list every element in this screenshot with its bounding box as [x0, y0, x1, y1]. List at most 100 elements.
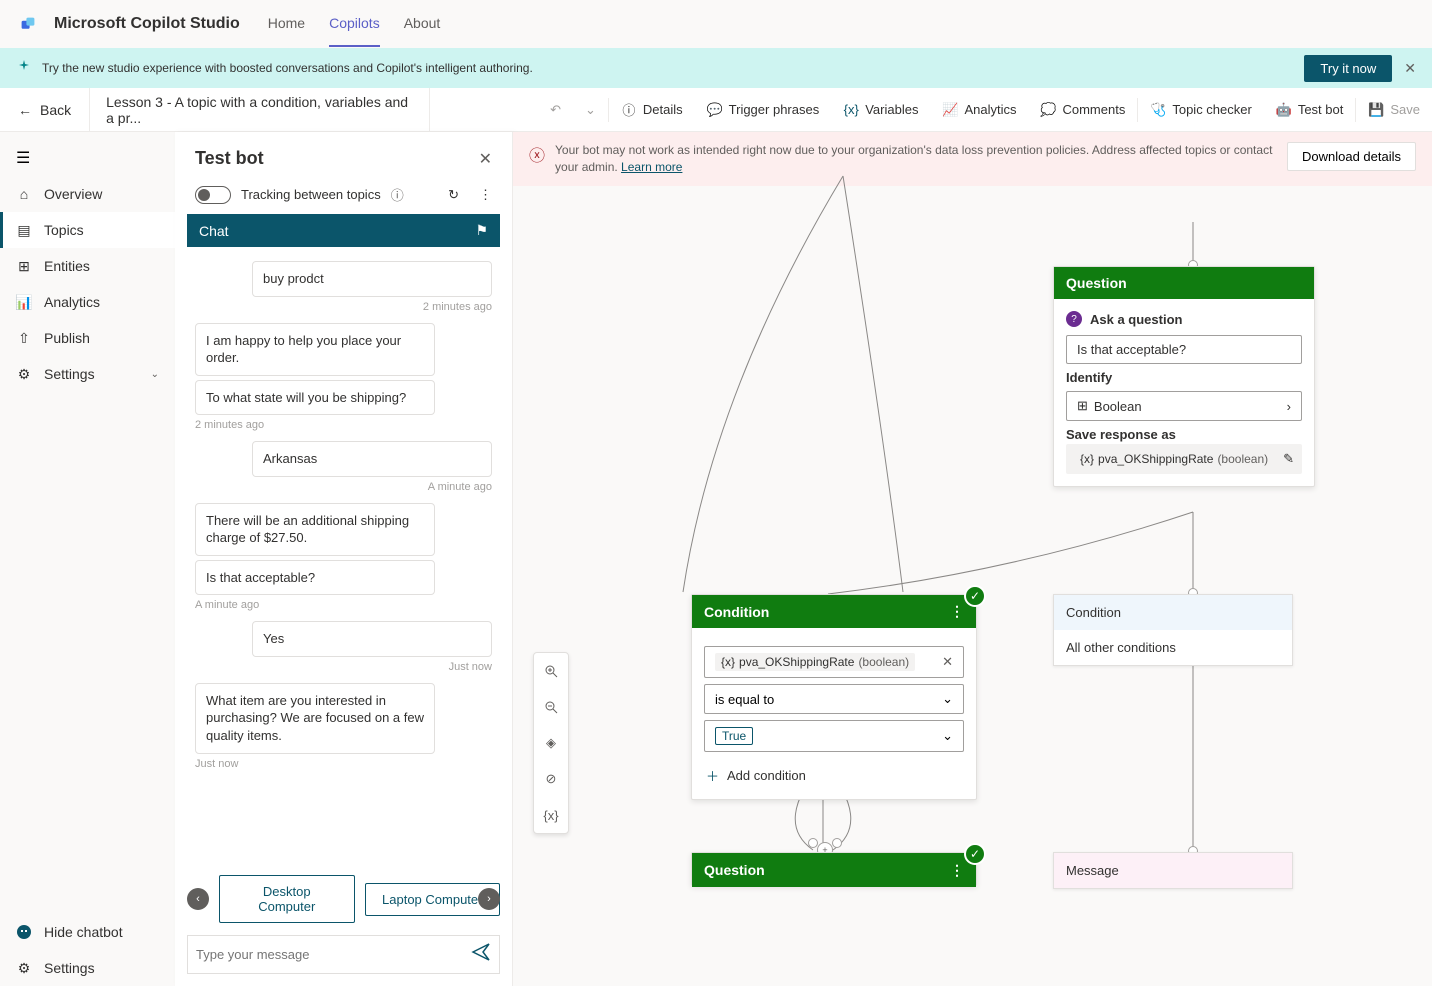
question-node-2[interactable]: ✓ Question ⋮	[691, 852, 977, 886]
condition-operator-field[interactable]: is equal to ⌄	[704, 684, 964, 714]
hide-chatbot-button[interactable]: Hide chatbot	[0, 914, 175, 950]
suggestion-desktop[interactable]: Desktop Computer	[219, 875, 355, 923]
chart-icon: 📊	[16, 294, 32, 310]
chevron-right-icon: ›	[1287, 399, 1291, 414]
publish-icon: ⇧	[16, 330, 32, 346]
variables-tool-button[interactable]: {x}	[534, 797, 568, 833]
user-message: Yes	[252, 621, 492, 657]
authoring-canvas[interactable]: ⓧ Your bot may not work as intended righ…	[513, 132, 1432, 986]
more-icon[interactable]: ⋮	[950, 862, 964, 879]
variable-type: (boolean)	[1217, 452, 1268, 466]
analytics-button[interactable]: 📈Analytics	[930, 88, 1028, 131]
send-icon[interactable]	[471, 942, 491, 967]
back-button[interactable]: ← Back	[0, 88, 90, 131]
scroll-right-button[interactable]: ›	[478, 888, 500, 910]
try-it-now-button[interactable]: Try it now	[1304, 55, 1392, 82]
fit-button[interactable]: ◈	[534, 725, 568, 761]
comments-button[interactable]: 💭Comments	[1028, 88, 1137, 131]
checker-label: Topic checker	[1172, 102, 1251, 117]
details-button[interactable]: ⓘDetails	[609, 88, 695, 131]
app-title: Microsoft Copilot Studio	[54, 15, 240, 33]
test-bot-button[interactable]: 🤖Test bot	[1264, 88, 1356, 131]
variable-name: pva_OKShippingRate	[1098, 452, 1213, 466]
operator-value: is equal to	[715, 692, 774, 707]
topics-icon: ▤	[16, 222, 32, 238]
question-2-header: Question ⋮	[692, 853, 976, 887]
variables-button[interactable]: {x}Variables	[831, 88, 930, 131]
bot-message: There will be an additional shipping cha…	[195, 503, 435, 556]
info-icon[interactable]: ⓘ	[391, 185, 404, 204]
clear-icon[interactable]: ✕	[942, 654, 953, 670]
close-icon[interactable]: ✕	[479, 149, 492, 169]
banner-close-icon[interactable]: ✕	[1404, 60, 1416, 77]
nav-entities[interactable]: ⊞Entities	[0, 248, 175, 284]
comments-label: Comments	[1062, 102, 1125, 117]
flag-icon[interactable]: ⚑	[475, 222, 488, 239]
banner-text: Try the new studio experience with boost…	[42, 61, 533, 75]
timestamp: Just now	[195, 661, 492, 673]
save-button[interactable]: 💾Save	[1356, 88, 1432, 131]
hamburger-button[interactable]: ☰	[0, 140, 175, 176]
message-input[interactable]	[196, 947, 471, 962]
message-node[interactable]: Message	[1053, 852, 1293, 889]
condition-variable-field[interactable]: {x}pva_OKShippingRate (boolean) ✕	[704, 646, 964, 678]
trigger-phrases-button[interactable]: 💬Trigger phrases	[695, 88, 832, 131]
connector-node[interactable]	[808, 838, 818, 848]
zoom-out-button[interactable]	[534, 689, 568, 725]
nav-publish[interactable]: ⇧Publish	[0, 320, 175, 356]
undo-dropdown[interactable]: ⌄	[573, 88, 608, 131]
nav-settings-bottom[interactable]: ⚙Settings	[0, 950, 175, 986]
edit-icon[interactable]: ✎	[1283, 451, 1294, 467]
more-icon[interactable]: ⋮	[479, 187, 492, 203]
save-response-label: Save response as	[1066, 427, 1302, 442]
topic-checker-button[interactable]: 🩺Topic checker	[1138, 88, 1263, 131]
condition-header-label: Condition	[704, 604, 769, 620]
zoom-in-button[interactable]	[534, 653, 568, 689]
chat-header: Chat ⚑	[187, 214, 500, 247]
nav-overview[interactable]: ⌂Overview	[0, 176, 175, 212]
learn-more-link[interactable]: Learn more	[621, 160, 682, 174]
check-icon: ✓	[964, 843, 986, 865]
add-condition-button[interactable]: ＋ Add condition	[704, 758, 964, 787]
scroll-left-button[interactable]: ‹	[187, 888, 209, 910]
top-bar: Microsoft Copilot Studio Home Copilots A…	[0, 0, 1432, 48]
hamburger-icon: ☰	[16, 150, 30, 167]
nav-copilots[interactable]: Copilots	[329, 1, 380, 47]
user-message: buy prodct	[252, 261, 492, 297]
download-details-button[interactable]: Download details	[1287, 142, 1416, 171]
variable-chip[interactable]: {x}pva_OKShippingRate (boolean)	[1074, 450, 1274, 468]
variable-chip: {x}pva_OKShippingRate (boolean)	[715, 653, 915, 671]
cond-var-type: (boolean)	[858, 655, 909, 669]
chat-header-label: Chat	[199, 223, 229, 239]
undo-icon: ↶	[550, 102, 561, 118]
condition-value-field[interactable]: True ⌄	[704, 720, 964, 752]
nav-topics[interactable]: ▤Topics	[0, 212, 175, 248]
minimap-button[interactable]: ⊘	[534, 761, 568, 797]
nav-about[interactable]: About	[404, 1, 441, 47]
question-node[interactable]: Question ? Ask a question Is that accept…	[1053, 266, 1315, 487]
refresh-icon[interactable]: ↻	[448, 187, 459, 203]
condition-node[interactable]: ✓ Condition ⋮ {x}pva_OKShippingRate (boo…	[691, 594, 977, 800]
cond-var-name: pva_OKShippingRate	[739, 655, 854, 669]
user-message: Arkansas	[252, 441, 492, 477]
arrow-left-icon: ←	[18, 102, 32, 118]
top-nav: Home Copilots About	[268, 1, 441, 47]
promo-banner: Try the new studio experience with boost…	[0, 48, 1432, 88]
nav-settings[interactable]: ⚙Settings⌄	[0, 356, 175, 392]
nav-home[interactable]: Home	[268, 1, 305, 47]
main: ☰ ⌂Overview ▤Topics ⊞Entities 📊Analytics…	[0, 132, 1432, 986]
question-text-field[interactable]: Is that acceptable?	[1066, 335, 1302, 364]
warning-bar: ⓧ Your bot may not work as intended righ…	[513, 132, 1432, 186]
value-chip: True	[715, 727, 753, 745]
save-icon: 💾	[1368, 102, 1384, 118]
identify-field[interactable]: ⊞Boolean ›	[1066, 391, 1302, 421]
undo-button[interactable]: ↶	[538, 88, 573, 131]
more-icon[interactable]: ⋮	[950, 603, 964, 620]
tracking-toggle[interactable]	[195, 186, 231, 204]
condition-else-node[interactable]: Condition All other conditions	[1053, 594, 1293, 666]
test-bot-panel: Test bot ✕ Tracking between topics ⓘ ↻ ⋮…	[175, 132, 513, 986]
chat-body[interactable]: buy prodct 2 minutes ago I am happy to h…	[187, 247, 500, 867]
connector-node[interactable]	[832, 838, 842, 848]
nav-analytics[interactable]: 📊Analytics	[0, 284, 175, 320]
hidechat-label: Hide chatbot	[44, 924, 123, 940]
